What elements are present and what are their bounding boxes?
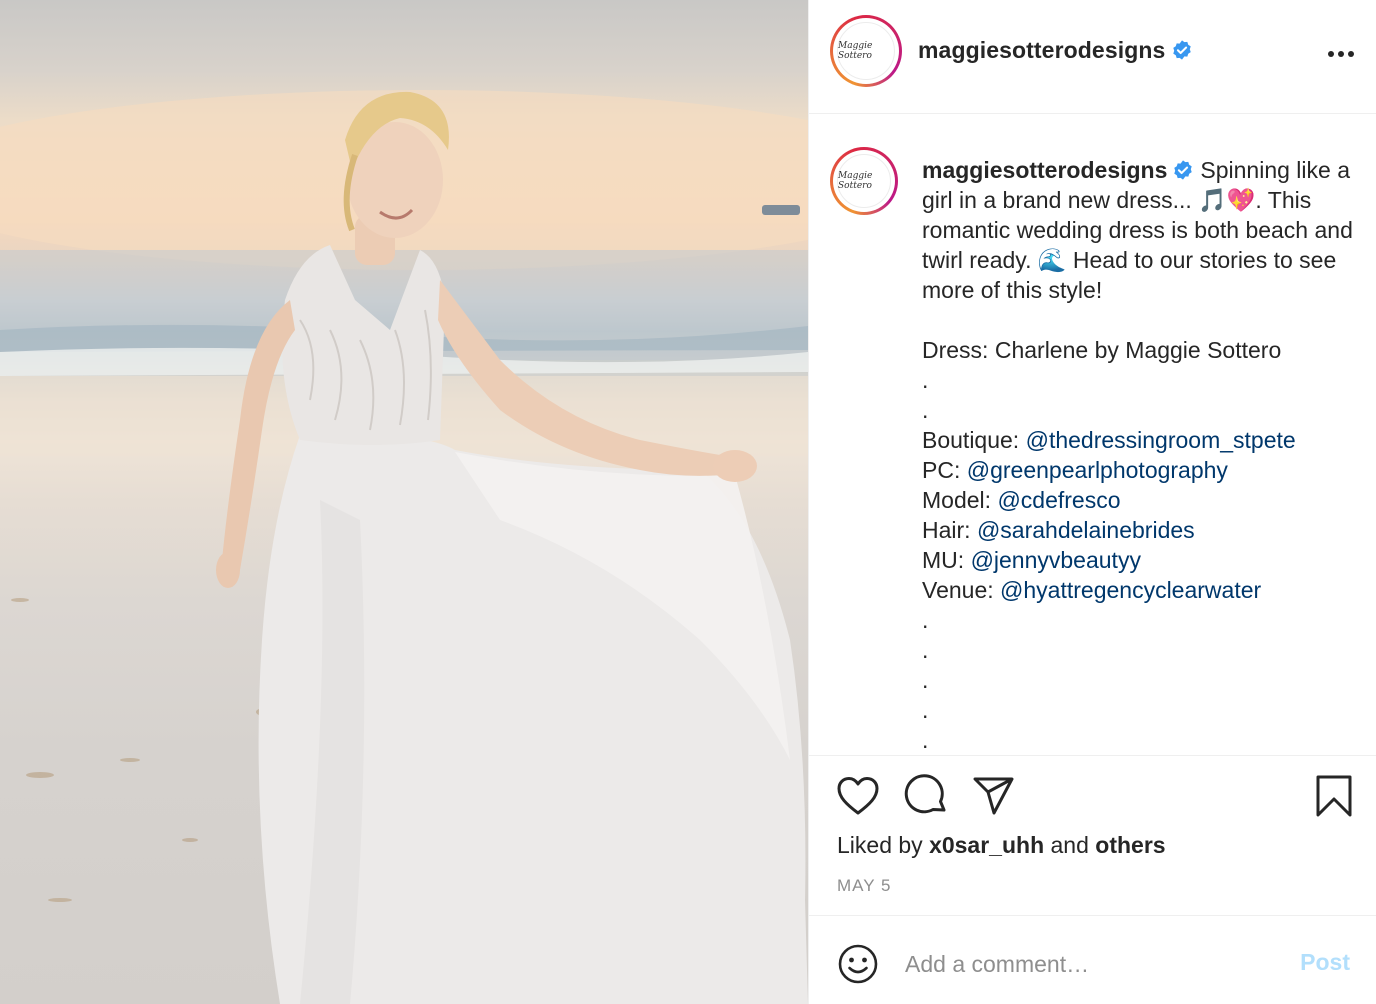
- comment-input[interactable]: [905, 946, 1275, 982]
- credit-hair: Hair: @sarahdelainebrides: [922, 517, 1195, 543]
- avatar-logo: Maggie Sottero: [837, 22, 895, 80]
- credit-boutique: Boutique: @thedressingroom_stpete: [922, 427, 1296, 453]
- credit-model: Model: @cdefresco: [922, 487, 1121, 513]
- credit-venue: Venue: @hyattregencyclearwater: [922, 577, 1262, 603]
- header-username[interactable]: maggiesotterodesigns: [918, 37, 1193, 64]
- share-icon[interactable]: [972, 776, 1016, 816]
- mention-link[interactable]: @hyattregencyclearwater: [1000, 577, 1261, 603]
- bride-beach-photo: [0, 90, 808, 1004]
- header-username-text[interactable]: maggiesotterodesigns: [918, 37, 1165, 63]
- caption-avatar[interactable]: Maggie Sottero: [830, 147, 898, 215]
- verified-badge-icon: [1173, 40, 1192, 60]
- action-bar: Liked by x0sar_uhh and others MAY 5: [809, 756, 1376, 916]
- mention-link[interactable]: @greenpearlphotography: [967, 457, 1228, 483]
- liked-by-user[interactable]: x0sar_uhh: [929, 832, 1044, 858]
- credit-mu: MU: @jennyvbeautyy: [922, 547, 1141, 573]
- post-comment-button[interactable]: Post: [1300, 949, 1350, 976]
- more-options-icon[interactable]: [1326, 42, 1356, 66]
- bookmark-icon[interactable]: [1314, 774, 1354, 818]
- emoji-icon[interactable]: [837, 943, 879, 985]
- mention-link[interactable]: @sarahdelainebrides: [977, 517, 1195, 543]
- post-side-panel: Maggie Sottero maggiesotterodesigns Magg…: [809, 0, 1376, 1004]
- mention-link[interactable]: @cdefresco: [997, 487, 1120, 513]
- credit-pc: PC: @greenpearlphotography: [922, 457, 1228, 483]
- caption-dots-a: . .: [922, 367, 929, 423]
- caption-username[interactable]: maggiesotterodesigns: [922, 157, 1167, 183]
- caption-dots-b: . . . . .: [922, 607, 929, 753]
- caption-dress-line: Dress: Charlene by Maggie Sottero: [922, 337, 1282, 363]
- comment-icon[interactable]: [904, 774, 948, 818]
- mention-link[interactable]: @thedressingroom_stpete: [1026, 427, 1296, 453]
- heart-icon[interactable]: [836, 776, 880, 816]
- likes-others-link[interactable]: others: [1095, 832, 1165, 858]
- likes-line: Liked by x0sar_uhh and others: [837, 832, 1166, 858]
- mention-link[interactable]: @jennyvbeautyy: [971, 547, 1141, 573]
- caption-text: maggiesotterodesigns Spinning like a girl…: [922, 155, 1362, 755]
- verified-badge-icon: [1174, 160, 1193, 180]
- comment-box: Post: [809, 916, 1376, 1004]
- avatar[interactable]: Maggie Sottero: [830, 15, 902, 87]
- post-header: Maggie Sottero maggiesotterodesigns: [809, 0, 1376, 114]
- post-date[interactable]: MAY 5: [837, 876, 891, 896]
- post-image[interactable]: [0, 0, 808, 1004]
- caption-avatar-logo: Maggie Sottero: [837, 154, 891, 208]
- caption-section: Maggie Sottero maggiesotterodesigns Spinn…: [809, 115, 1376, 755]
